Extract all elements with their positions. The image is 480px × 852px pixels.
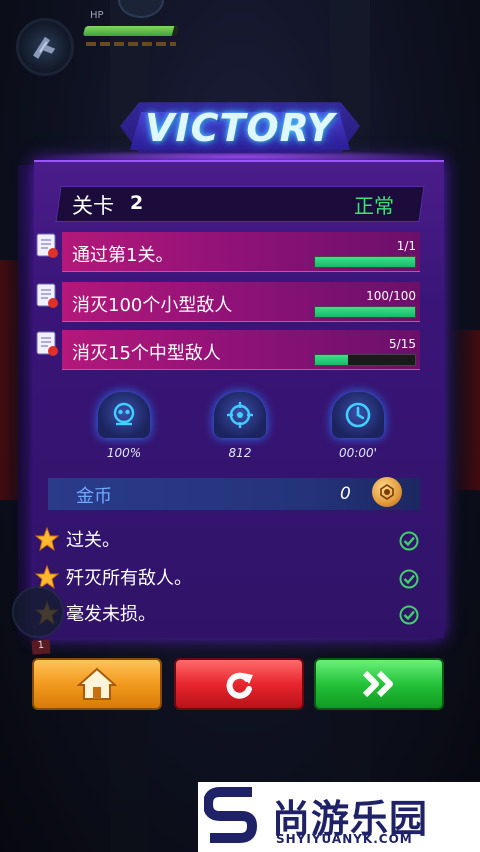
victory-banner: VICTORY [120,92,360,160]
mission-scroll-icon [36,233,58,258]
check-icon [399,569,419,589]
ship-icon [33,36,56,59]
mission-text: 消灭100个小型敌人 [72,295,233,316]
stage-status: 正常 [354,194,394,218]
mission-scroll-icon [36,331,58,356]
energy-bar [86,42,176,46]
mission-count: 5/15 [389,337,416,351]
stage-label: 关卡 [72,194,114,218]
mission-progress-fill [315,257,415,267]
home-icon [77,667,117,700]
stat-value: 100% [106,446,142,460]
stage-number: 2 [130,192,144,214]
mission-count: 100/100 [366,289,416,303]
side-badge: 1 [31,639,51,655]
stat-value: 812 [228,446,252,460]
coin-icon [372,477,402,507]
objective-row: 歼灭所有敌人。 [34,562,434,596]
stat-badge [332,392,384,438]
mission-scroll-icon [36,283,58,308]
mission-count: 1/1 [396,239,416,253]
star-icon [34,526,60,552]
crosshair-icon [227,402,253,428]
watermark-en: SHYIYUANYK.COM [276,832,413,846]
stat-badge [98,392,150,438]
mission-progress-fill [315,355,349,365]
check-icon [399,605,419,625]
objective-row: 毫发未损。 [34,598,434,632]
watermark: 尚游乐园 SHYIYUANYK.COM [198,782,480,852]
next-icon [362,670,393,698]
mission-progress-bar [314,354,416,366]
mission-text: 消灭15个中型敌人 [72,343,221,364]
stat-badge [214,392,266,438]
hp-label: HP [90,10,104,21]
victory-title: VICTORY [145,106,335,150]
mission-progress-bar [314,256,416,268]
stat-value: 00:00' [339,446,377,460]
mission-progress-fill [315,307,415,317]
next-button[interactable] [314,658,444,710]
hp-bar [82,26,180,36]
clock-icon [345,402,371,428]
home-button[interactable] [32,658,162,710]
objective-row: 过关。 [34,524,434,558]
site-logo-icon [204,787,258,843]
gold-label: 金币 [76,486,112,507]
check-icon [399,531,419,551]
retry-button[interactable] [174,658,304,710]
hp-bar-fill [82,26,175,36]
objective-text: 毫发未损。 [66,604,156,625]
gold-value: 0 [340,484,351,504]
side-bubble [12,586,64,638]
objective-text: 过关。 [66,530,120,551]
mission-progress-bar [314,306,416,318]
player-avatar [16,18,74,76]
mission-text: 通过第1关。 [72,245,174,266]
bg-glow-right [450,330,480,490]
retry-icon [226,672,253,699]
objective-text: 歼灭所有敌人。 [66,568,192,589]
skull-icon [113,402,135,426]
